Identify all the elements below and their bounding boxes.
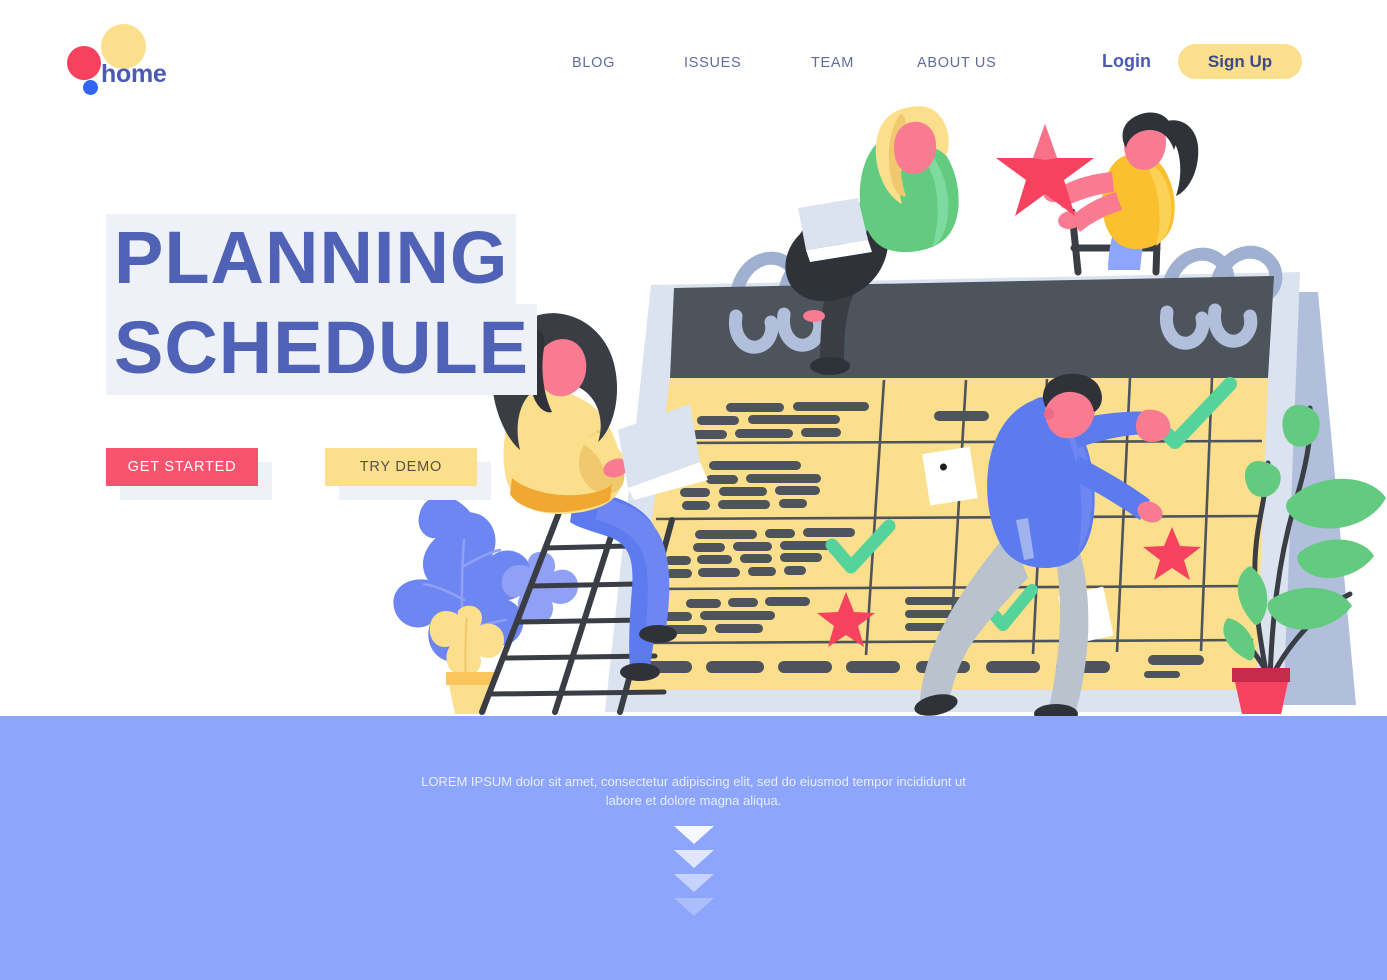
plant-pot	[1235, 682, 1288, 714]
star-mark	[817, 592, 875, 647]
cta-row: GET STARTED TRY DEMO	[106, 448, 491, 500]
nav-item-blog[interactable]: BLOG	[572, 55, 615, 71]
plant-pot-rim	[446, 672, 494, 685]
main-navigation: BLOG ISSUES TEAM ABOUT US Login Sign Up	[0, 0, 1387, 118]
nav-item-about-us[interactable]: ABOUT US	[917, 55, 996, 71]
calendar-marks	[817, 377, 1237, 647]
calendar-header-band	[670, 276, 1274, 378]
woman-holding-star	[996, 112, 1199, 276]
band-description: LOREM IPSUM dolor sit amet, consectetur …	[421, 774, 966, 808]
nav-item-issues[interactable]: ISSUES	[684, 55, 741, 71]
try-demo-button[interactable]: TRY DEMO	[324, 448, 477, 486]
bottom-band: LOREM IPSUM dolor sit amet, consectetur …	[0, 716, 1387, 980]
laptop-base	[806, 240, 872, 262]
green-plant-right	[1223, 404, 1386, 714]
laptop-base	[628, 462, 708, 500]
check-mark	[825, 519, 896, 574]
calendar-board-frame	[605, 272, 1300, 712]
calendar-spiral-rings	[729, 245, 1283, 323]
page-title-line-1: PLANNING	[106, 214, 517, 306]
sticky-note	[922, 446, 978, 506]
laptop-screen	[798, 198, 868, 250]
man-marking-calendar	[914, 373, 1171, 724]
page-title-line-2: SCHEDULE	[106, 304, 538, 396]
nav-item-team[interactable]: TEAM	[811, 55, 854, 71]
star-highlight	[1033, 124, 1057, 160]
blue-leaf-plant-left	[393, 496, 578, 714]
check-mark	[982, 584, 1038, 631]
scroll-down-arrows[interactable]	[664, 826, 724, 922]
chevron-down-icon	[673, 874, 714, 892]
chevron-down-icon	[673, 898, 714, 916]
laptop-screen	[618, 404, 700, 488]
check-mark	[1143, 377, 1237, 449]
landing-page: home BLOG ISSUES TEAM ABOUT US Login Sig…	[0, 0, 1387, 980]
get-started-holder: GET STARTED	[106, 448, 272, 500]
plant-pot	[449, 685, 492, 714]
star-mark	[989, 468, 1047, 521]
chevron-down-icon	[673, 850, 714, 868]
calendar-paper	[630, 378, 1268, 690]
plant-pot-rim	[1232, 668, 1290, 682]
calendar-text-lines	[632, 402, 1204, 678]
stool	[1068, 208, 1162, 276]
chevron-down-icon[interactable]	[673, 826, 714, 844]
woman-on-calendar-top-with-laptop	[785, 106, 959, 375]
signup-button[interactable]: Sign Up	[1178, 44, 1302, 79]
site-header: home BLOG ISSUES TEAM ABOUT US Login Sig…	[0, 0, 1387, 118]
star-mark	[1143, 527, 1201, 580]
login-link[interactable]: Login	[1102, 51, 1151, 72]
try-demo-holder: TRY DEMO	[324, 448, 491, 500]
ladder	[479, 505, 675, 715]
sticky-note	[1058, 586, 1114, 646]
star-mark	[996, 124, 1094, 216]
calendar-stand	[1232, 292, 1356, 705]
calendar-grid	[640, 377, 1263, 656]
get-started-button[interactable]: GET STARTED	[106, 448, 258, 486]
calendar-spiral-rings-front	[729, 303, 1258, 354]
